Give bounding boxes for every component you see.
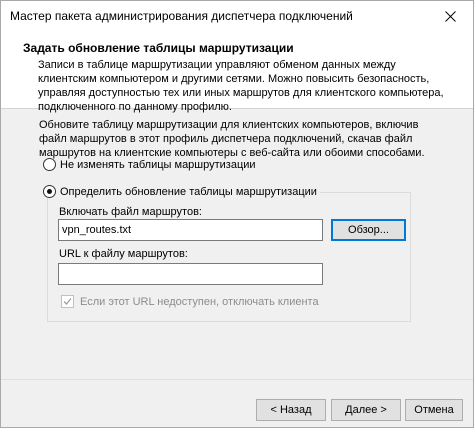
route-file-input[interactable] [58, 219, 323, 241]
browse-button[interactable]: Обзор... [331, 219, 406, 241]
route-file-label: Включать файл маршрутов: [59, 206, 202, 218]
disconnect-checkbox-label: Если этот URL недоступен, отключать клие… [80, 295, 319, 308]
page-description: Записи в таблице маршрутизации управляют… [38, 59, 444, 113]
route-url-input[interactable] [58, 263, 323, 285]
title-bar: Мастер пакета администрирования диспетче… [1, 1, 473, 31]
radio-no-change-circle[interactable] [43, 158, 56, 171]
disconnect-checkbox[interactable] [61, 295, 74, 308]
radio-no-change-label: Не изменять таблицы маршрутизации [60, 158, 256, 171]
window-title: Мастер пакета администрирования диспетче… [10, 9, 353, 23]
radio-define-update[interactable]: Определить обновление таблицы маршрутиза… [43, 185, 320, 198]
radio-define-update-circle[interactable] [43, 185, 56, 198]
page-title: Задать обновление таблицы маршрутизации [23, 41, 294, 55]
wizard-header: Задать обновление таблицы маршрутизации … [1, 31, 473, 113]
next-button[interactable]: Далее > [331, 399, 401, 421]
radio-no-change[interactable]: Не изменять таблицы маршрутизации [43, 158, 256, 171]
footer-divider [1, 379, 473, 380]
radio-define-update-label: Определить обновление таблицы маршрутиза… [60, 185, 317, 198]
intro-text: Обновите таблицу маршрутизации для клиен… [39, 119, 425, 159]
cancel-button[interactable]: Отмена [405, 399, 463, 421]
back-button[interactable]: < Назад [256, 399, 326, 421]
close-icon [444, 10, 456, 22]
checkmark-icon [63, 298, 72, 305]
route-url-label: URL к файлу маршрутов: [59, 248, 188, 260]
wizard-window: Мастер пакета администрирования диспетче… [0, 0, 474, 428]
close-button[interactable] [427, 1, 473, 31]
disconnect-checkbox-row[interactable]: Если этот URL недоступен, отключать клие… [61, 295, 319, 308]
